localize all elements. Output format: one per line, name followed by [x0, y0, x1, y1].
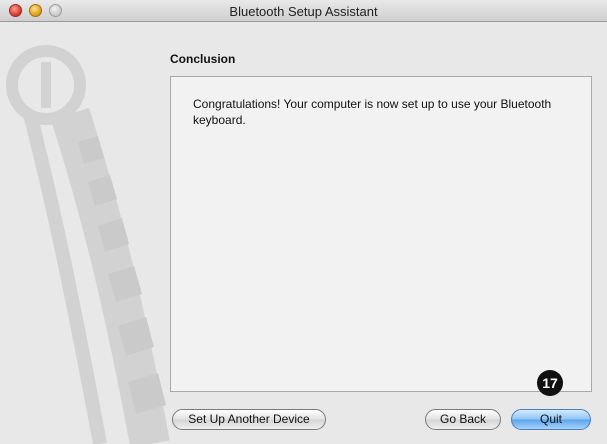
set-up-another-device-button[interactable]: Set Up Another Device [172, 409, 326, 430]
conclusion-message: Congratulations! Your computer is now se… [193, 97, 552, 127]
go-back-button[interactable]: Go Back [425, 409, 501, 430]
page-title: Conclusion [170, 52, 236, 66]
bluetooth-setup-window: Bluetooth Setup Assistant Conclusion Con… [0, 0, 607, 444]
title-bar[interactable]: Bluetooth Setup Assistant [0, 0, 607, 22]
quit-button[interactable]: Quit [511, 409, 591, 430]
content-panel: Congratulations! Your computer is now se… [170, 76, 592, 392]
bluetooth-keyboard-watermark-icon [6, 45, 170, 444]
callout-badge: 17 [537, 370, 563, 396]
window-title: Bluetooth Setup Assistant [229, 4, 378, 19]
